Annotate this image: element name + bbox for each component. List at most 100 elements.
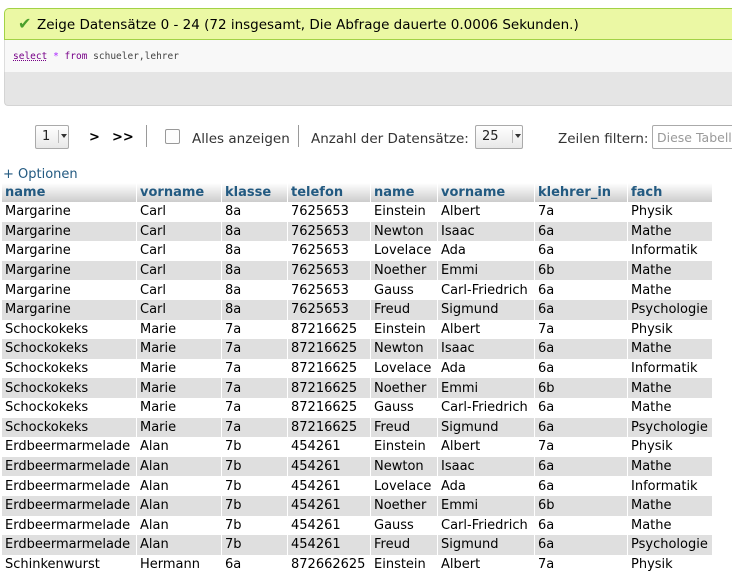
show-all-checkbox[interactable] [165, 129, 180, 144]
table-cell: 7625653 [287, 280, 371, 300]
table-cell: Mathe [627, 456, 713, 477]
table-cell: Schockokeks [2, 319, 137, 340]
sql-keyword-from: from [64, 51, 88, 62]
table-cell: Mathe [627, 280, 713, 300]
table-row[interactable]: Erdbeermarmelade Alan 7b 454261 Lovelace Ada 6… [2, 476, 713, 496]
table-row[interactable]: Schinkenwurst Hermann 6a 872662625 Einstein A… [2, 554, 713, 574]
table-cell: Hermann [136, 554, 222, 574]
sql-star: * [53, 51, 59, 62]
table-row[interactable]: Erdbeermarmelade Alan 7b 454261 Noether Emmi 6… [2, 495, 713, 516]
table-cell: Margarine [2, 221, 137, 242]
table-cell: Schockokeks [2, 339, 137, 359]
next-page-button[interactable]: > [89, 130, 100, 145]
table-cell: Newton [370, 456, 438, 477]
table-cell: 7a [534, 554, 628, 574]
table-cell: 454261 [287, 515, 371, 536]
column-header-fach[interactable]: fach [627, 183, 713, 202]
rows-count-select[interactable]: 25 [475, 125, 523, 149]
table-cell: Lovelace [370, 476, 438, 496]
table-cell: 87216625 [287, 397, 371, 418]
table-row[interactable]: Schockokeks Marie 7a 87216625 Freud Sigmund 6a… [2, 417, 713, 438]
table-cell: Psychologie [627, 417, 713, 438]
table-cell: 6a [534, 221, 628, 242]
filter-label: Zeilen filtern: [558, 131, 649, 147]
table-cell: 7625653 [287, 221, 371, 242]
navigation-bar: 1 > >> Alles anzeigen Anzahl der Datensä… [0, 120, 732, 156]
column-header-vorname[interactable]: vorname [136, 183, 222, 202]
table-cell: Freud [370, 299, 438, 320]
sql-keyword-select[interactable]: select [13, 51, 47, 62]
table-cell: 8a [221, 202, 288, 222]
table-cell: Mathe [627, 495, 713, 516]
table-cell: Marie [136, 358, 222, 379]
column-header-vorname-2[interactable]: vorname [437, 183, 535, 202]
table-row[interactable]: Schockokeks Marie 7a 87216625 Lovelace Ada 6a I… [2, 358, 713, 379]
table-cell: 7a [221, 319, 288, 340]
table-row[interactable]: Schockokeks Marie 7a 87216625 Einstein Albert… [2, 319, 713, 340]
table-row[interactable]: Erdbeermarmelade Alan 7b 454261 Newton Isaac 6… [2, 456, 713, 477]
table-cell: 7a [221, 358, 288, 379]
column-header-klehrer-in[interactable]: klehrer_in [534, 183, 628, 202]
options-link[interactable]: + Optionen [3, 167, 78, 182]
success-message: ✔ Zeige Datensätze 0 - 24 (72 insgesamt,… [4, 8, 732, 40]
table-body: Margarine Carl 8a 7625653 Einstein Albert 7a Ph… [2, 202, 713, 574]
table-cell: Carl [136, 260, 222, 281]
table-cell: Ada [437, 358, 535, 379]
table-cell: Albert [437, 437, 535, 457]
column-header-name[interactable]: name [2, 183, 137, 202]
sql-query-box: select * from schueler,lehrer [4, 40, 732, 72]
divider [298, 125, 299, 147]
filter-input[interactable]: Diese Tabelle [652, 125, 732, 149]
table-cell: Emmi [437, 260, 535, 281]
table-cell: Sigmund [437, 417, 535, 438]
table-row[interactable]: Erdbeermarmelade Alan 7b 454261 Einstein Albe… [2, 437, 713, 457]
column-header-telefon[interactable]: telefon [287, 183, 371, 202]
table-cell: Newton [370, 221, 438, 242]
table-cell: Erdbeermarmelade [2, 535, 137, 555]
table-row[interactable]: Margarine Carl 8a 7625653 Freud Sigmund 6a Psyc… [2, 299, 713, 320]
table-row[interactable]: Schockokeks Marie 7a 87216625 Noether Emmi 6b M… [2, 378, 713, 398]
table-row[interactable]: Erdbeermarmelade Alan 7b 454261 Gauss Carl-Fr… [2, 515, 713, 536]
table-row[interactable]: Erdbeermarmelade Alan 7b 454261 Freud Sigmund… [2, 535, 713, 555]
table-cell: 6a [221, 554, 288, 574]
table-cell: Ada [437, 241, 535, 261]
table-row[interactable]: Margarine Carl 8a 7625653 Noether Emmi 6b Mathe [2, 260, 713, 281]
table-cell: 7a [534, 202, 628, 222]
table-cell: Mathe [627, 378, 713, 398]
table-cell: Psychologie [627, 535, 713, 555]
table-cell: 7625653 [287, 260, 371, 281]
column-header-klasse[interactable]: klasse [221, 183, 288, 202]
table-row[interactable]: Margarine Carl 8a 7625653 Newton Isaac 6a Mathe [2, 221, 713, 242]
table-cell: Alan [136, 476, 222, 496]
table-cell: 6a [534, 241, 628, 261]
last-page-button[interactable]: >> [112, 130, 134, 145]
rows-count-label: Anzahl der Datensätze: [311, 131, 469, 147]
table-row[interactable]: Schockokeks Marie 7a 87216625 Newton Isaac 6a M… [2, 339, 713, 359]
table-cell: Schinkenwurst [2, 554, 137, 574]
table-cell: 8a [221, 260, 288, 281]
table-cell: 8a [221, 221, 288, 242]
table-cell: Informatik [627, 241, 713, 261]
table-cell: Carl [136, 280, 222, 300]
table-cell: Physik [627, 554, 713, 574]
table-row[interactable]: Schockokeks Marie 7a 87216625 Gauss Carl-Frie… [2, 397, 713, 418]
table-cell: Schockokeks [2, 397, 137, 418]
column-header-name-2[interactable]: name [370, 183, 438, 202]
table-row[interactable]: Margarine Carl 8a 7625653 Gauss Carl-Friedric… [2, 280, 713, 300]
table-row[interactable]: Margarine Carl 8a 7625653 Einstein Albert 7a Ph… [2, 202, 713, 222]
table-row[interactable]: Margarine Carl 8a 7625653 Lovelace Ada 6a Infor… [2, 241, 713, 261]
table-cell: Carl-Friedrich [437, 515, 535, 536]
table-cell: Mathe [627, 515, 713, 536]
table-cell: Physik [627, 202, 713, 222]
table-cell: 8a [221, 299, 288, 320]
table-cell: Carl [136, 299, 222, 320]
page-select[interactable]: 1 [35, 125, 69, 149]
table-cell: 7625653 [287, 241, 371, 261]
show-all-label[interactable]: Alles anzeigen [192, 131, 290, 147]
table-cell: Physik [627, 437, 713, 457]
rows-count-value: 25 [482, 129, 499, 144]
table-cell: 6a [534, 515, 628, 536]
table-cell: Noether [370, 378, 438, 398]
table-cell: Einstein [370, 319, 438, 340]
table-cell: Mathe [627, 221, 713, 242]
